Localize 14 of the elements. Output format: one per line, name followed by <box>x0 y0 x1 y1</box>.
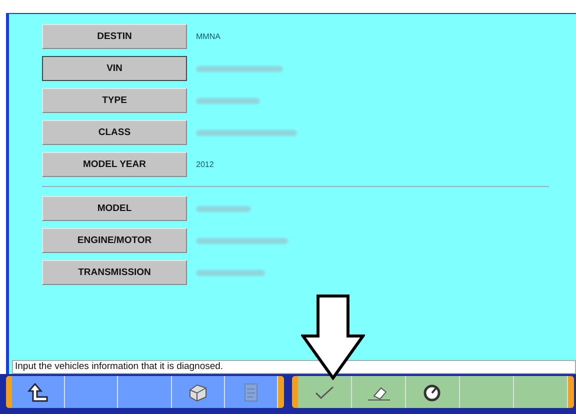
field-button[interactable]: ENGINE/MOTOR <box>42 228 187 253</box>
redacted-value <box>196 270 265 276</box>
field-value: MMNA <box>196 32 220 41</box>
redacted-value <box>196 98 260 104</box>
field-button[interactable]: TYPE <box>42 88 187 113</box>
field-button[interactable]: MODEL YEAR <box>42 152 187 177</box>
field-button[interactable]: VIN <box>42 56 187 81</box>
field-button[interactable]: MODEL <box>42 196 187 221</box>
field-button[interactable]: TRANSMISSION <box>42 260 187 285</box>
field-button[interactable]: DESTIN <box>42 24 187 49</box>
field-value: 2012 <box>196 160 214 169</box>
status-message: Input the vehicles information that it is diagnosed. <box>12 360 576 374</box>
redacted-value <box>196 206 251 212</box>
field-button[interactable]: CLASS <box>42 120 187 145</box>
